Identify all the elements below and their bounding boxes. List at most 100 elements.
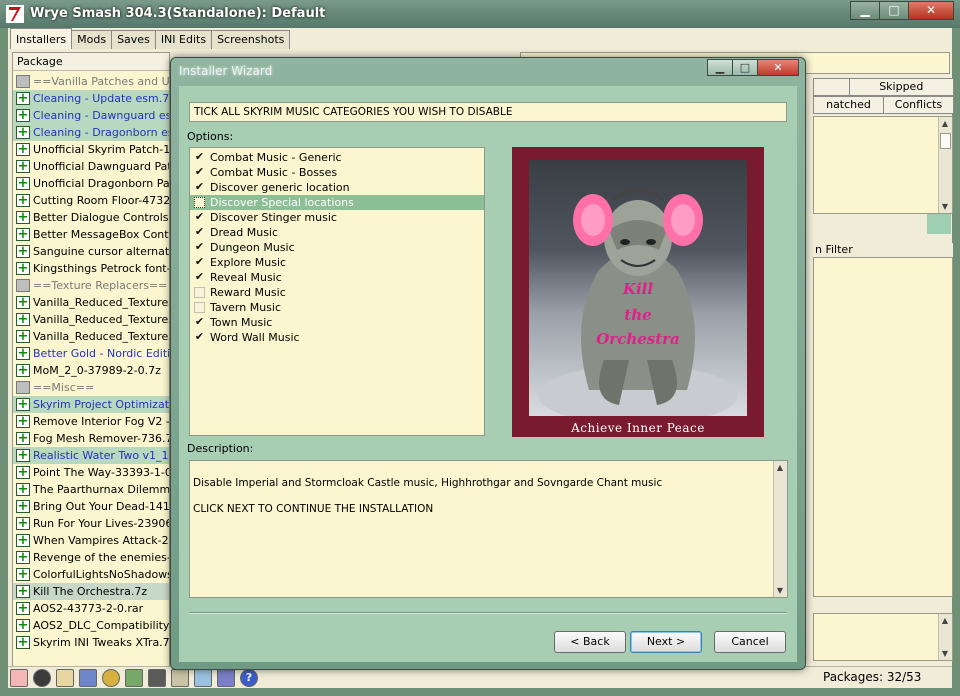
package-row[interactable]: + MoM_2_0-37989-2-0.7z [13, 362, 169, 379]
scroll-up-icon[interactable]: ▲ [940, 119, 950, 128]
checkmark-icon[interactable]: ✔ [194, 241, 205, 253]
option-item[interactable]: Reward Music [190, 285, 484, 300]
checkbox-empty-icon[interactable] [194, 197, 205, 208]
close-button[interactable]: ✕ [908, 1, 954, 20]
edit-icon[interactable] [56, 669, 74, 687]
option-item[interactable]: ✔ Reveal Music [190, 270, 484, 285]
package-row[interactable]: +Remove Interior Fog V2 - Fu [13, 413, 169, 430]
package-row[interactable]: +Better Dialogue Controls v1_ [13, 209, 169, 226]
package-row[interactable]: +Bring Out Your Dead-14178- [13, 498, 169, 515]
checkmark-icon[interactable]: ✔ [194, 256, 205, 268]
checkmark-icon[interactable]: ✔ [194, 211, 205, 223]
gear-tool-icon[interactable] [148, 669, 166, 687]
package-row[interactable]: + Run For Your Lives-23906-1 [13, 515, 169, 532]
description-scrollbar[interactable]: ▲ ▼ [773, 461, 787, 597]
package-row[interactable]: ==Texture Replacers== [13, 277, 169, 294]
package-row[interactable]: +Better MessageBox Controls [13, 226, 169, 243]
package-row[interactable]: +Sanguine cursor alternative- [13, 243, 169, 260]
comments-box[interactable]: ▲ ▼ [813, 613, 953, 661]
package-row[interactable]: + Point The Way-33393-1-0-2 [13, 464, 169, 481]
tab-blank[interactable] [813, 78, 850, 96]
package-row[interactable]: ==Misc== [13, 379, 169, 396]
tab-ini-edits[interactable]: INI Edits [154, 30, 213, 49]
tab-skipped[interactable]: Skipped [848, 78, 954, 96]
tab-screenshots[interactable]: Screenshots [211, 30, 291, 49]
package-row[interactable]: +The Paarthurnax Dilemma-18 [13, 481, 169, 498]
checkbox-empty-icon[interactable] [194, 302, 205, 313]
back-button[interactable]: < Back [554, 631, 626, 653]
checkmark-icon[interactable]: ✔ [194, 316, 205, 328]
package-row[interactable]: + Cleaning - Update esm.7z [13, 90, 169, 107]
package-row[interactable]: +Kingsthings Petrock font-259 [13, 260, 169, 277]
package-row[interactable]: +When Vampires Attack-2823 [13, 532, 169, 549]
package-row[interactable]: +ColorfulLightsNoShadows-v1 [13, 566, 169, 583]
info-scrollbar[interactable]: ▲ ▼ [938, 117, 952, 213]
option-item[interactable]: ✔ Combat Music - Generic [190, 150, 484, 165]
package-row[interactable]: +Better Gold - Nordic Edition- [13, 345, 169, 362]
package-row[interactable]: + Kill The Orchestra.7z [13, 583, 169, 600]
comments-scrollbar[interactable]: ▲ ▼ [938, 614, 952, 660]
option-item[interactable]: ✔ Combat Music - Bosses [190, 165, 484, 180]
dialog-maximize-button[interactable]: □ [732, 59, 758, 76]
dialog-close-button[interactable]: ✕ [757, 59, 799, 76]
tab-conflicts[interactable]: Conflicts [883, 96, 954, 114]
option-item[interactable]: ✔ Discover Stinger music [190, 210, 484, 225]
option-item[interactable]: ✔ Explore Music [190, 255, 484, 270]
dialog-minimize-button[interactable]: ▁ [707, 59, 733, 76]
minimize-button[interactable]: ▁ [850, 1, 880, 20]
settings-icon[interactable] [217, 669, 235, 687]
tab-mods[interactable]: Mods [71, 30, 113, 49]
maximize-button[interactable]: □ [879, 1, 909, 20]
package-row[interactable]: +Cleaning - Dawnguard esm.7z [13, 107, 169, 124]
package-column-header[interactable]: Package [13, 53, 169, 71]
checkmark-icon[interactable]: ✔ [194, 151, 205, 163]
main-title-bar[interactable]: Wrye Smash 304.3(Standalone): Default ▁ … [0, 0, 960, 28]
tool-icon[interactable] [125, 669, 143, 687]
package-row[interactable]: +Realistic Water Two v1_11-4 [13, 447, 169, 464]
tes-icon[interactable] [79, 669, 97, 687]
skyrim-icon[interactable] [33, 669, 51, 687]
scroll-down-icon[interactable]: ▼ [940, 202, 950, 211]
package-row[interactable]: +Revenge of the enemies-40- [13, 549, 169, 566]
audio-icon[interactable] [102, 669, 120, 687]
package-row[interactable]: ==Vanilla Patches and UI== [13, 73, 169, 90]
cancel-button[interactable]: Cancel [714, 631, 786, 653]
help-icon[interactable]: ? [240, 669, 258, 687]
package-row[interactable]: +Skyrim Project Optimization - [13, 396, 169, 413]
package-row[interactable]: + Vanilla_Reduced_Textures_ [13, 328, 169, 345]
checkmark-icon[interactable]: ✔ [194, 271, 205, 283]
package-row[interactable]: +Cleaning - Dragonborn esm.7z [13, 124, 169, 141]
option-item[interactable]: ✔ Town Music [190, 315, 484, 330]
package-row[interactable]: +Unofficial Dragonborn Patch [13, 175, 169, 192]
package-row[interactable]: + AOS2-43773-2-0.rar [13, 600, 169, 617]
option-item[interactable]: ✔ Dread Music [190, 225, 484, 240]
scroll-up-icon[interactable]: ▲ [940, 616, 950, 625]
option-item[interactable]: ✔ Discover generic location [190, 180, 484, 195]
package-row[interactable]: + Fog Mesh Remover-736.7z [13, 430, 169, 447]
tab-mismatched[interactable]: natched [813, 96, 884, 114]
checkmark-icon[interactable]: ✔ [194, 181, 205, 193]
option-item[interactable]: Tavern Music [190, 300, 484, 315]
option-item[interactable]: ✔ Dungeon Music [190, 240, 484, 255]
scroll-thumb[interactable] [940, 133, 951, 149]
checkmark-icon[interactable]: ✔ [194, 166, 205, 178]
package-row[interactable]: + Vanilla_Reduced_Textures_ [13, 311, 169, 328]
scroll-up-icon[interactable]: ▲ [775, 463, 785, 472]
scroll-down-icon[interactable]: ▼ [775, 586, 785, 595]
paint-icon[interactable] [194, 669, 212, 687]
doc-icon[interactable] [171, 669, 189, 687]
pink-square-icon[interactable] [10, 669, 28, 687]
package-row[interactable]: + Skyrim INI Tweaks XTra.7z [13, 634, 169, 651]
package-row[interactable]: +Unofficial Dawnguard Patch- [13, 158, 169, 175]
tab-installers[interactable]: Installers [10, 28, 73, 49]
scroll-down-icon[interactable]: ▼ [940, 649, 950, 658]
option-item[interactable]: ✔ Word Wall Music [190, 330, 484, 345]
checkbox-empty-icon[interactable] [194, 287, 205, 298]
tab-saves[interactable]: Saves [111, 30, 156, 49]
checkmark-icon[interactable]: ✔ [194, 331, 205, 343]
package-row[interactable]: +AOS2_DLC_Compatibility Pa [13, 617, 169, 634]
option-item[interactable]: Discover Special locations [190, 195, 484, 210]
package-row[interactable]: +Unofficial Skyrim Patch-19-2 [13, 141, 169, 158]
package-row[interactable]: +Cutting Room Floor-47327-1 [13, 192, 169, 209]
package-row[interactable]: + Vanilla_Reduced_Textures_ [13, 294, 169, 311]
